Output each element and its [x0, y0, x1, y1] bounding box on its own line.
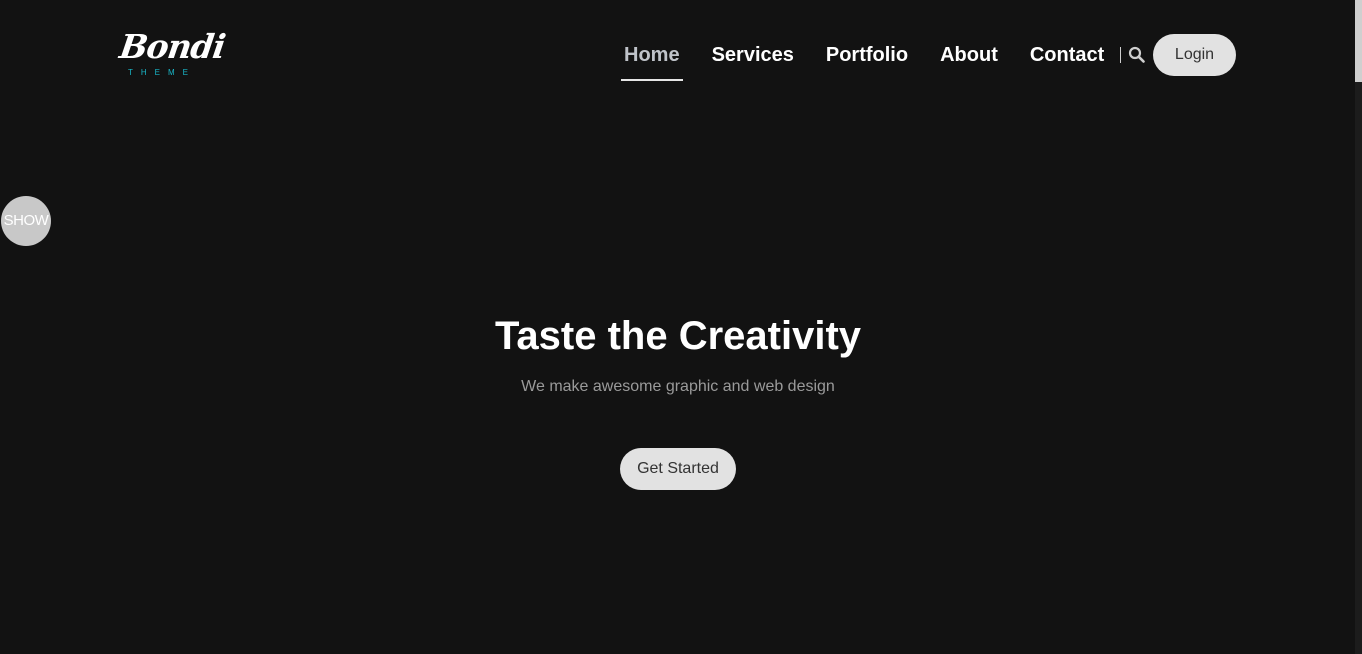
logo-subtext: THEME	[128, 68, 196, 77]
login-button[interactable]: Login	[1153, 34, 1236, 76]
brand-logo[interactable]: Bondi THEME	[117, 27, 227, 80]
hero-subtitle: We make awesome graphic and web design	[521, 378, 835, 395]
main-nav: Home Services Portfolio About Contact	[608, 43, 1120, 83]
nav-item-contact[interactable]: Contact	[1014, 43, 1120, 67]
get-started-button[interactable]: Get Started	[620, 448, 736, 490]
page: Bondi THEME Home Services Portfolio Abou…	[0, 0, 1362, 654]
nav-item-home[interactable]: Home	[608, 43, 696, 81]
nav-item-services[interactable]: Services	[696, 43, 810, 67]
page-scrollbar[interactable]	[1355, 0, 1362, 654]
nav-item-portfolio[interactable]: Portfolio	[810, 43, 924, 67]
show-panel-button[interactable]: SHOW	[1, 196, 51, 246]
scrollbar-thumb[interactable]	[1355, 0, 1362, 82]
hero-title: Taste the Creativity	[494, 314, 862, 358]
logo-wordmark: Bondi	[117, 27, 228, 66]
nav-item-about[interactable]: About	[924, 43, 1014, 67]
nav-divider	[1120, 47, 1121, 63]
search-icon[interactable]	[1128, 46, 1146, 64]
